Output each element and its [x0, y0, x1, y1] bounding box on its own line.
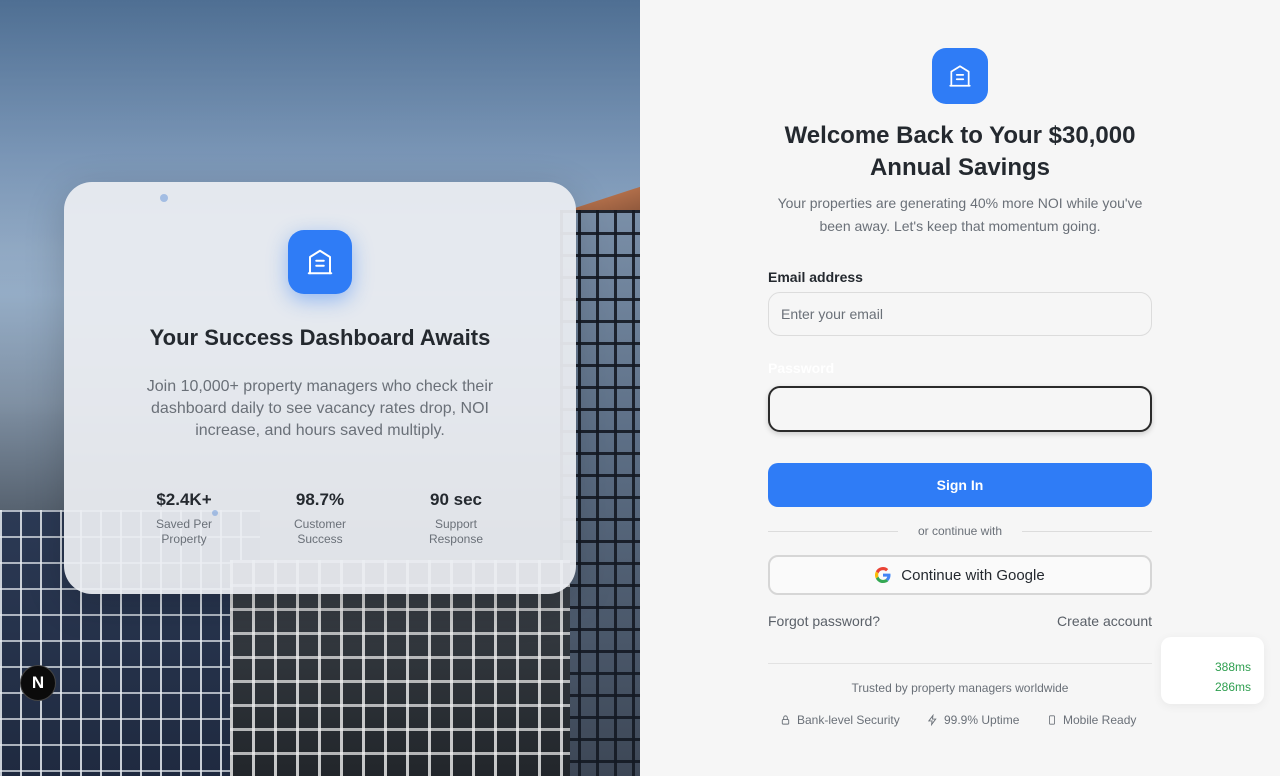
google-signin-button[interactable]: Continue with Google	[768, 555, 1152, 595]
building-logo-icon	[932, 48, 988, 104]
success-card: Your Success Dashboard Awaits Join 10,00…	[64, 182, 576, 594]
google-icon	[875, 567, 891, 583]
email-input[interactable]	[768, 292, 1152, 336]
stat-value: 90 sec	[430, 490, 482, 509]
create-account-link[interactable]: Create account	[1057, 613, 1152, 629]
lock-icon	[781, 715, 790, 725]
divider-line	[1022, 531, 1152, 532]
password-input[interactable]	[768, 386, 1152, 432]
phone-icon	[1049, 715, 1055, 725]
stat-value: $2.4K+	[156, 490, 212, 509]
feature-security: Bank-level Security	[780, 713, 900, 727]
stat-label: Saved Per Property	[155, 517, 213, 546]
feature-mobile: Mobile Ready	[1047, 713, 1136, 727]
feature-label: Mobile Ready	[1063, 713, 1137, 727]
divider: or continue with	[768, 523, 1152, 539]
performance-widget[interactable]: 388ms 286ms	[1161, 637, 1264, 704]
perf-metric: 388ms	[1214, 660, 1251, 674]
sign-in-button[interactable]: Sign In	[768, 463, 1152, 507]
google-button-label: Continue with Google	[901, 566, 1045, 584]
stat-value: 98.7%	[295, 490, 345, 509]
stat-saved: $2.4K+ Saved Per Property	[124, 490, 244, 547]
page-title: Welcome Back to Your $30,000 Annual Savi…	[784, 122, 1136, 181]
decorative-dot	[160, 194, 168, 202]
stat-label: Customer Success	[293, 517, 346, 546]
forgot-password-link[interactable]: Forgot password?	[768, 613, 880, 629]
hero-panel: Your Success Dashboard Awaits Join 10,00…	[0, 0, 640, 776]
page-subtitle: Your properties are generating 40% more …	[777, 195, 1143, 234]
card-description: Join 10,000+ property managers who check…	[146, 378, 494, 439]
email-label: Email address	[768, 269, 863, 285]
feature-label: 99.9% Uptime	[944, 713, 1020, 727]
feature-uptime: 99.9% Uptime	[927, 713, 1019, 727]
lightning-icon	[927, 714, 937, 726]
footer-divider	[768, 663, 1152, 664]
password-label: Password	[768, 360, 835, 376]
feature-label: Bank-level Security	[797, 713, 900, 727]
card-title: Your Success Dashboard Awaits	[149, 325, 491, 350]
trusted-text: Trusted by property managers worldwide	[851, 681, 1069, 695]
perf-metric: 286ms	[1214, 680, 1251, 694]
devtools-badge[interactable]: N	[20, 665, 56, 701]
building-icon	[288, 230, 352, 294]
stat-success: 98.7% Customer Success	[260, 490, 380, 547]
stat-label: Support Response	[428, 517, 484, 546]
stat-support: 90 sec Support Response	[396, 490, 516, 547]
